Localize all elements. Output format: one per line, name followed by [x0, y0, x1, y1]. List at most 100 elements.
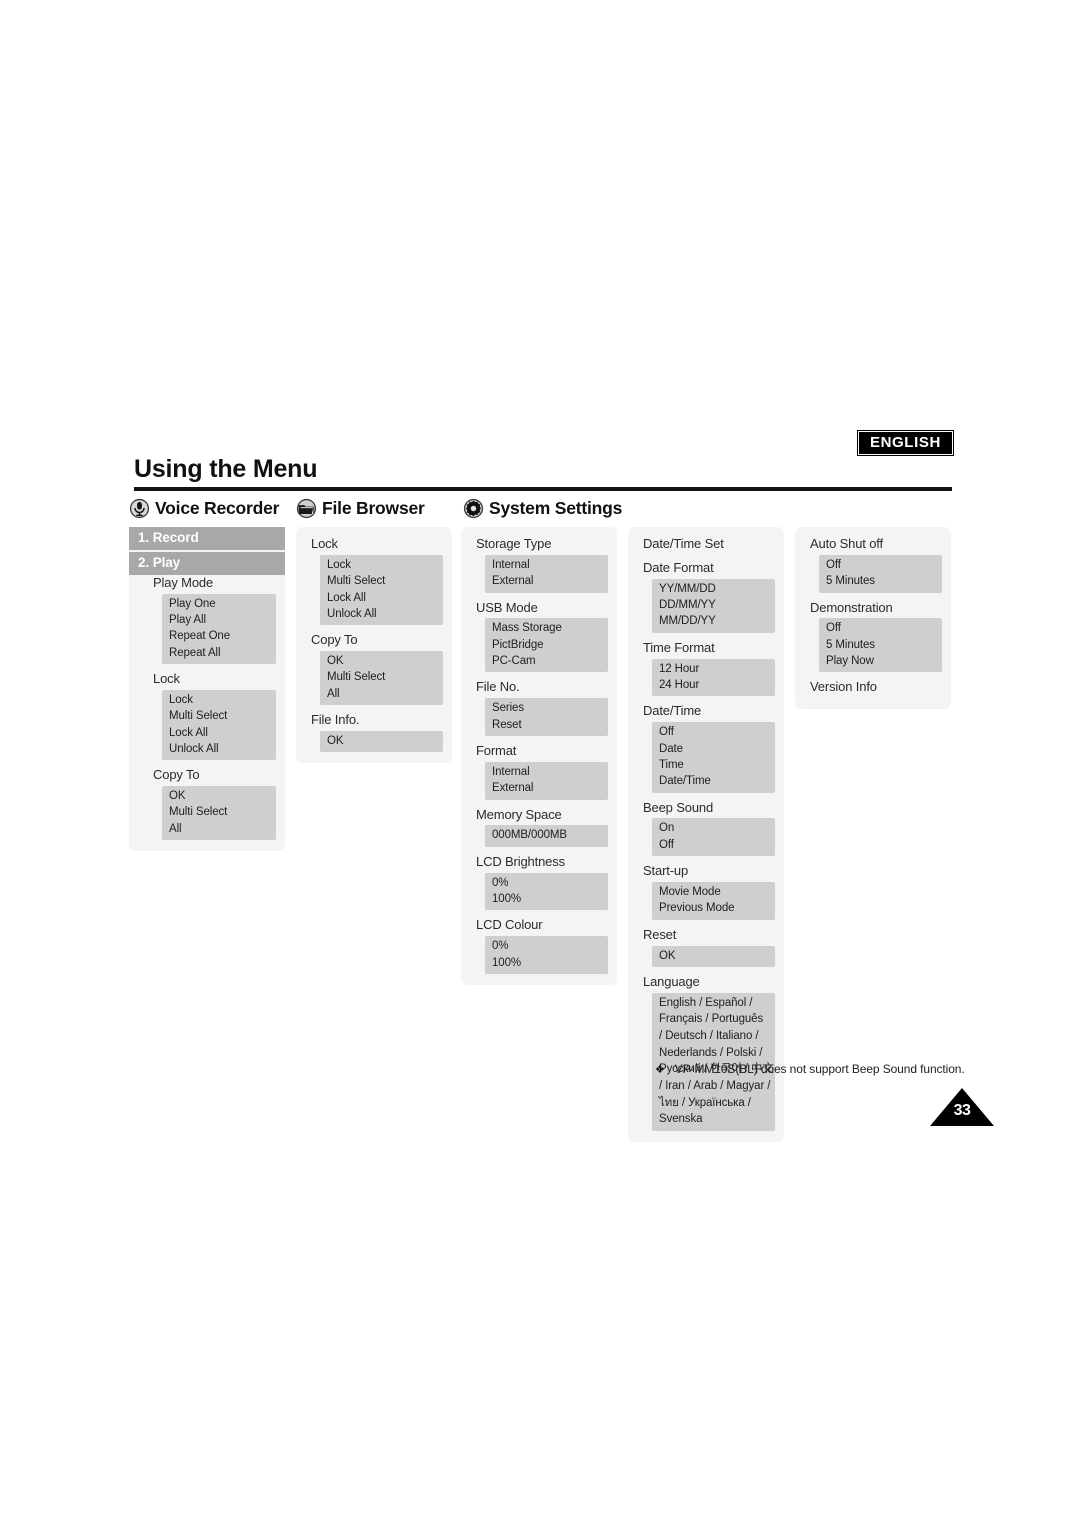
- menu-group-label: Date/Time: [643, 703, 702, 719]
- menu-option[interactable]: 100%: [485, 955, 608, 971]
- panel-system-settings-column-1: Storage Type Internal External USB Mode …: [461, 527, 617, 985]
- language-line[interactable]: Nederlands / Polski /: [652, 1045, 775, 1062]
- menu-option[interactable]: Repeat All: [162, 645, 276, 661]
- language-line[interactable]: / Deutsch / Italiano /: [652, 1028, 775, 1045]
- language-line[interactable]: Français / Português: [652, 1011, 775, 1028]
- menu-option[interactable]: Off: [819, 620, 942, 636]
- menu-option[interactable]: Lock: [320, 557, 443, 573]
- menu-option[interactable]: Movie Mode: [652, 884, 775, 900]
- menu-group-label: Storage Type: [476, 536, 552, 551]
- menu-group: Date Format YY/MM/DD DD/MM/YY MM/DD/YY: [643, 560, 775, 633]
- menu-group-label: Version Info: [810, 679, 877, 695]
- menu-option[interactable]: 100%: [485, 891, 608, 907]
- menu-group: File Info. OK: [311, 712, 443, 753]
- menu-option-list: 12 Hour 24 Hour: [652, 658, 775, 697]
- menu-option[interactable]: 0%: [485, 875, 608, 891]
- menu-option[interactable]: Date/Time: [652, 773, 775, 789]
- menu-option[interactable]: Play Now: [819, 653, 942, 669]
- menu-option[interactable]: Repeat One: [162, 628, 276, 644]
- menu-row-record[interactable]: 1. Record: [129, 527, 285, 550]
- menu-option[interactable]: 24 Hour: [652, 677, 775, 693]
- menu-row-play[interactable]: 2. Play: [129, 551, 285, 575]
- menu-option[interactable]: 12 Hour: [652, 661, 775, 677]
- menu-option: 000MB/000MB: [492, 829, 567, 842]
- language-line[interactable]: Svenska: [652, 1111, 775, 1128]
- menu-option[interactable]: YY/MM/DD: [652, 581, 775, 597]
- menu-option[interactable]: Multi Select: [320, 573, 443, 589]
- menu-option[interactable]: Lock All: [320, 590, 443, 606]
- menu-option[interactable]: Mass Storage: [485, 620, 608, 636]
- menu-option[interactable]: Off: [652, 724, 775, 740]
- menu-option-list: Internal External: [485, 554, 608, 593]
- menu-option[interactable]: OK: [652, 948, 775, 964]
- menu-option[interactable]: Time: [652, 757, 775, 773]
- menu-option[interactable]: Series: [485, 700, 608, 716]
- menu-option[interactable]: On: [652, 820, 775, 836]
- menu-option[interactable]: PC-Cam: [485, 653, 608, 669]
- section-header-file-browser: File Browser: [296, 498, 425, 519]
- menu-option[interactable]: Previous Mode: [652, 900, 775, 916]
- language-line[interactable]: English / Español /: [652, 995, 775, 1012]
- menu-option[interactable]: 5 Minutes: [819, 637, 942, 653]
- menu-option-list: On Off: [652, 818, 775, 857]
- manual-page: ENGLISH Using the Menu Voice Recorder Fi…: [0, 0, 1080, 1527]
- menu-option[interactable]: All: [320, 686, 443, 702]
- menu-group: Version Info: [810, 679, 942, 696]
- menu-group: Memory Space 000MB/000MB: [476, 807, 608, 847]
- menu-option[interactable]: All: [162, 821, 276, 837]
- menu-option[interactable]: MM/DD/YY: [652, 613, 775, 629]
- menu-group: Play Mode Play One Play All Repeat One R…: [129, 574, 285, 665]
- menu-option[interactable]: Off: [652, 837, 775, 853]
- menu-option[interactable]: OK: [162, 788, 276, 804]
- menu-option[interactable]: DD/MM/YY: [652, 597, 775, 613]
- section-header-voice-recorder: Voice Recorder: [129, 498, 279, 519]
- menu-group-label: Beep Sound: [643, 799, 714, 815]
- menu-option[interactable]: Play All: [162, 612, 276, 628]
- menu-group-label: Demonstration: [810, 599, 893, 615]
- menu-option[interactable]: Play One: [162, 596, 276, 612]
- section-label: System Settings: [489, 498, 623, 518]
- gear-icon: [463, 498, 484, 519]
- menu-option-list: Off 5 Minutes: [819, 554, 942, 593]
- menu-option[interactable]: Multi Select: [320, 669, 443, 685]
- menu-group-label: Play Mode: [153, 574, 214, 590]
- menu-group: Language English / Español / Français / …: [643, 974, 775, 1132]
- menu-group: Format Internal External: [476, 743, 608, 800]
- menu-group-label: LCD Brightness: [476, 853, 565, 869]
- menu-option[interactable]: Multi Select: [162, 708, 276, 724]
- language-line[interactable]: ไทย / Українська /: [652, 1095, 775, 1112]
- menu-option[interactable]: External: [485, 573, 608, 589]
- menu-group: Storage Type Internal External: [476, 536, 608, 593]
- page-number-badge: 33: [930, 1088, 994, 1126]
- menu-option[interactable]: OK: [320, 733, 443, 749]
- menu-group: Lock Lock Multi Select Lock All Unlock A…: [129, 671, 285, 761]
- menu-option[interactable]: Off: [819, 557, 942, 573]
- menu-option-list: 0% 100%: [485, 936, 608, 974]
- menu-option-list: OK Multi Select All: [162, 786, 276, 841]
- menu-group-label: Auto Shut off: [810, 536, 883, 551]
- menu-option[interactable]: Internal: [485, 557, 608, 573]
- menu-option-list: Lock Multi Select Lock All Unlock All: [162, 689, 276, 761]
- menu-option[interactable]: Internal: [485, 764, 608, 780]
- menu-option[interactable]: Unlock All: [162, 741, 276, 757]
- menu-option[interactable]: Lock All: [162, 725, 276, 741]
- menu-option-list: Movie Mode Previous Mode: [652, 881, 775, 920]
- menu-group-label: Date/Time Set: [643, 536, 724, 551]
- menu-group-label: USB Mode: [476, 599, 538, 615]
- menu-option[interactable]: 5 Minutes: [819, 573, 942, 589]
- menu-option[interactable]: Multi Select: [162, 804, 276, 820]
- menu-option[interactable]: Reset: [485, 717, 608, 733]
- menu-option[interactable]: Unlock All: [320, 606, 443, 622]
- menu-option[interactable]: Lock: [162, 692, 276, 708]
- menu-option[interactable]: Date: [652, 741, 775, 757]
- menu-option-list: Play One Play All Repeat One Repeat All: [162, 593, 276, 665]
- language-line[interactable]: / Iran / Arab / Magyar /: [652, 1078, 775, 1095]
- menu-option[interactable]: OK: [320, 653, 443, 669]
- panel-system-settings-column-3: Auto Shut off Off 5 Minutes Demonstratio…: [795, 527, 951, 710]
- menu-option[interactable]: External: [485, 780, 608, 796]
- menu-option[interactable]: 0%: [485, 938, 608, 954]
- menu-group-label: Copy To: [153, 767, 200, 783]
- language-badge: ENGLISH: [857, 430, 954, 456]
- menu-option[interactable]: PictBridge: [485, 637, 608, 653]
- menu-group-label: Lock: [153, 671, 180, 687]
